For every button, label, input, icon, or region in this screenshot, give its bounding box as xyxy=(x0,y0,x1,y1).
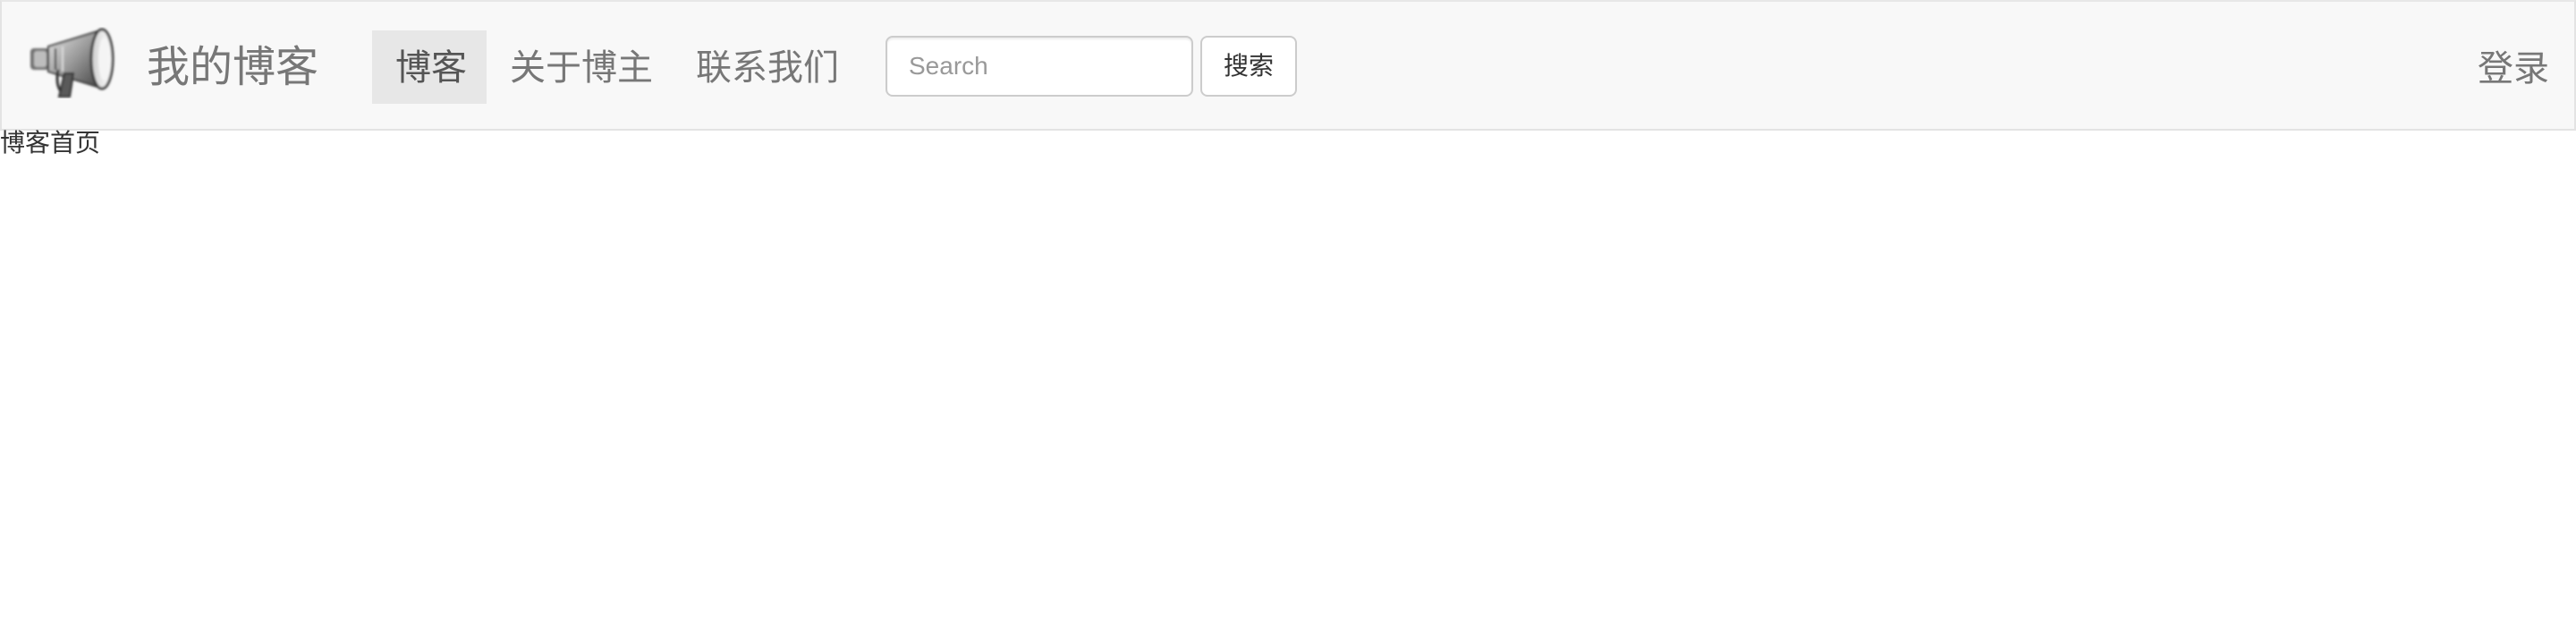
page-heading-text: 博客首页 xyxy=(0,128,101,157)
search-input[interactable] xyxy=(886,36,1193,97)
brand-title[interactable]: 我的博客 xyxy=(147,38,318,97)
search-button[interactable]: 搜索 xyxy=(1200,36,1297,97)
nav-link-blog[interactable]: 博客 xyxy=(372,30,487,104)
login-link[interactable]: 登录 xyxy=(2478,30,2549,104)
nav-link-about[interactable]: 关于博主 xyxy=(487,30,676,104)
nav-link-contact[interactable]: 联系我们 xyxy=(673,30,862,104)
megaphone-icon[interactable] xyxy=(29,27,120,98)
top-navbar: 我的博客 博客 关于博主 联系我们 搜索 登录 xyxy=(0,0,2576,131)
